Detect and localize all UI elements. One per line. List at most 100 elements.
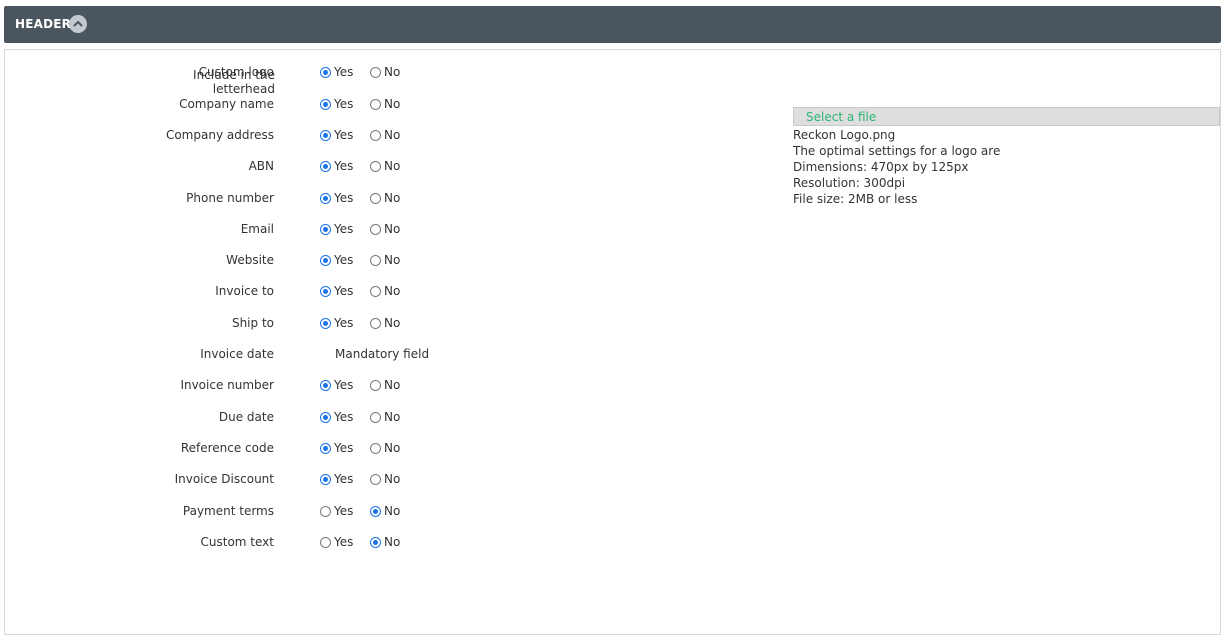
radio-option-label: No [384,535,401,549]
option-row: Ship to Yes No [5,314,705,332]
radio-option-yes[interactable]: Yes [320,157,353,175]
radio-unchecked-icon[interactable] [370,223,381,235]
option-row-label: Ship to [231,316,274,330]
radio-option-label: Yes [334,97,354,111]
option-row: Invoice date Mandatory field [5,345,705,363]
option-row: Payment terms Yes No [5,502,705,520]
radio-option-no[interactable]: No [370,126,400,144]
collapse-button[interactable] [69,15,87,33]
radio-unchecked-icon[interactable] [370,285,381,297]
radio-option-yes[interactable]: Yes [320,314,353,332]
radio-option-no[interactable]: No [370,314,400,332]
radio-option-yes[interactable]: Yes [320,63,353,81]
radio-option-no[interactable]: No [370,220,400,238]
radio-checked-icon[interactable] [320,192,331,204]
radio-unchecked-icon[interactable] [370,411,381,423]
option-row-label: ABN [248,159,274,173]
logo-file-info: Reckon Logo.png The optimal settings for… [793,127,1000,207]
radio-option-no[interactable]: No [370,157,400,175]
option-row-label: Company address [165,128,274,142]
radio-option-label: Yes [334,441,354,455]
option-row-label: Payment terms [182,504,274,518]
radio-checked-icon[interactable] [320,442,331,454]
radio-checked-icon[interactable] [370,505,381,517]
radio-option-label: No [384,191,401,205]
radio-option-label: No [384,222,401,236]
radio-unchecked-icon[interactable] [370,379,381,391]
option-row-label: Due date [218,410,274,424]
radio-option-yes[interactable]: Yes [320,502,353,520]
radio-option-yes[interactable]: Yes [320,189,353,207]
option-row: Due date Yes No [5,408,705,426]
radio-option-label: No [384,316,401,330]
option-row-label: Company name [179,97,274,111]
radio-option-label: No [384,128,401,142]
logo-filename: Reckon Logo.png [793,128,896,142]
radio-option-yes[interactable]: Yes [320,533,353,551]
radio-checked-icon[interactable] [320,379,331,391]
logo-resolution: Resolution: 300dpi [793,176,906,190]
mandatory-field-text: Mandatory field [335,347,430,361]
radio-checked-icon[interactable] [370,536,381,548]
radio-checked-icon[interactable] [320,66,331,78]
radio-unchecked-icon[interactable] [320,536,331,548]
option-row: Company address Yes No [5,126,705,144]
radio-unchecked-icon[interactable] [370,317,381,329]
option-row: Company name Yes No [5,95,705,113]
radio-option-label: No [384,284,401,298]
radio-unchecked-icon[interactable] [370,192,381,204]
radio-unchecked-icon[interactable] [370,129,381,141]
radio-unchecked-icon[interactable] [370,254,381,266]
radio-unchecked-icon[interactable] [370,98,381,110]
option-row: Custom logo Yes No [5,63,705,81]
radio-option-label: No [384,253,401,267]
radio-option-yes[interactable]: Yes [320,408,353,426]
radio-unchecked-icon[interactable] [370,442,381,454]
radio-option-no[interactable]: No [370,533,400,551]
radio-option-no[interactable]: No [370,470,400,488]
radio-option-yes[interactable]: Yes [320,220,353,238]
radio-option-no[interactable]: No [370,95,400,113]
radio-checked-icon[interactable] [320,285,331,297]
radio-option-no[interactable]: No [370,189,400,207]
radio-checked-icon[interactable] [320,160,331,172]
option-row-label: Custom text [200,535,274,549]
radio-option-label: No [384,159,401,173]
radio-option-no[interactable]: No [370,63,400,81]
radio-unchecked-icon[interactable] [370,473,381,485]
radio-unchecked-icon[interactable] [370,160,381,172]
radio-unchecked-icon[interactable] [370,66,381,78]
radio-option-label: No [384,97,401,111]
option-row: ABN Yes No [5,157,705,175]
radio-option-yes[interactable]: Yes [320,251,353,269]
radio-option-label: Yes [334,159,354,173]
radio-option-no[interactable]: No [370,251,400,269]
radio-option-no[interactable]: No [370,502,400,520]
radio-checked-icon[interactable] [320,317,331,329]
radio-option-label: Yes [334,378,354,392]
radio-option-yes[interactable]: Yes [320,439,353,457]
radio-unchecked-icon[interactable] [320,505,331,517]
radio-checked-icon[interactable] [320,411,331,423]
radio-option-label: Yes [334,316,354,330]
option-row-label: Invoice date [200,347,274,361]
radio-checked-icon[interactable] [320,129,331,141]
radio-option-yes[interactable]: Yes [320,470,353,488]
radio-checked-icon[interactable] [320,223,331,235]
radio-option-no[interactable]: No [370,408,400,426]
option-row: Reference code Yes No [5,439,705,457]
radio-checked-icon[interactable] [320,473,331,485]
radio-option-yes[interactable]: Yes [320,376,353,394]
select-file-button[interactable]: Select a file [793,107,1220,126]
radio-option-label: Yes [334,65,354,79]
option-row-label: Invoice to [215,284,274,298]
radio-option-yes[interactable]: Yes [320,126,353,144]
radio-checked-icon[interactable] [320,254,331,266]
radio-option-yes[interactable]: Yes [320,282,353,300]
radio-option-no[interactable]: No [370,439,400,457]
radio-option-no[interactable]: No [370,282,400,300]
radio-option-no[interactable]: No [370,376,400,394]
radio-option-yes[interactable]: Yes [320,95,353,113]
radio-checked-icon[interactable] [320,98,331,110]
logo-hint-title: The optimal settings for a logo are [793,144,1001,158]
